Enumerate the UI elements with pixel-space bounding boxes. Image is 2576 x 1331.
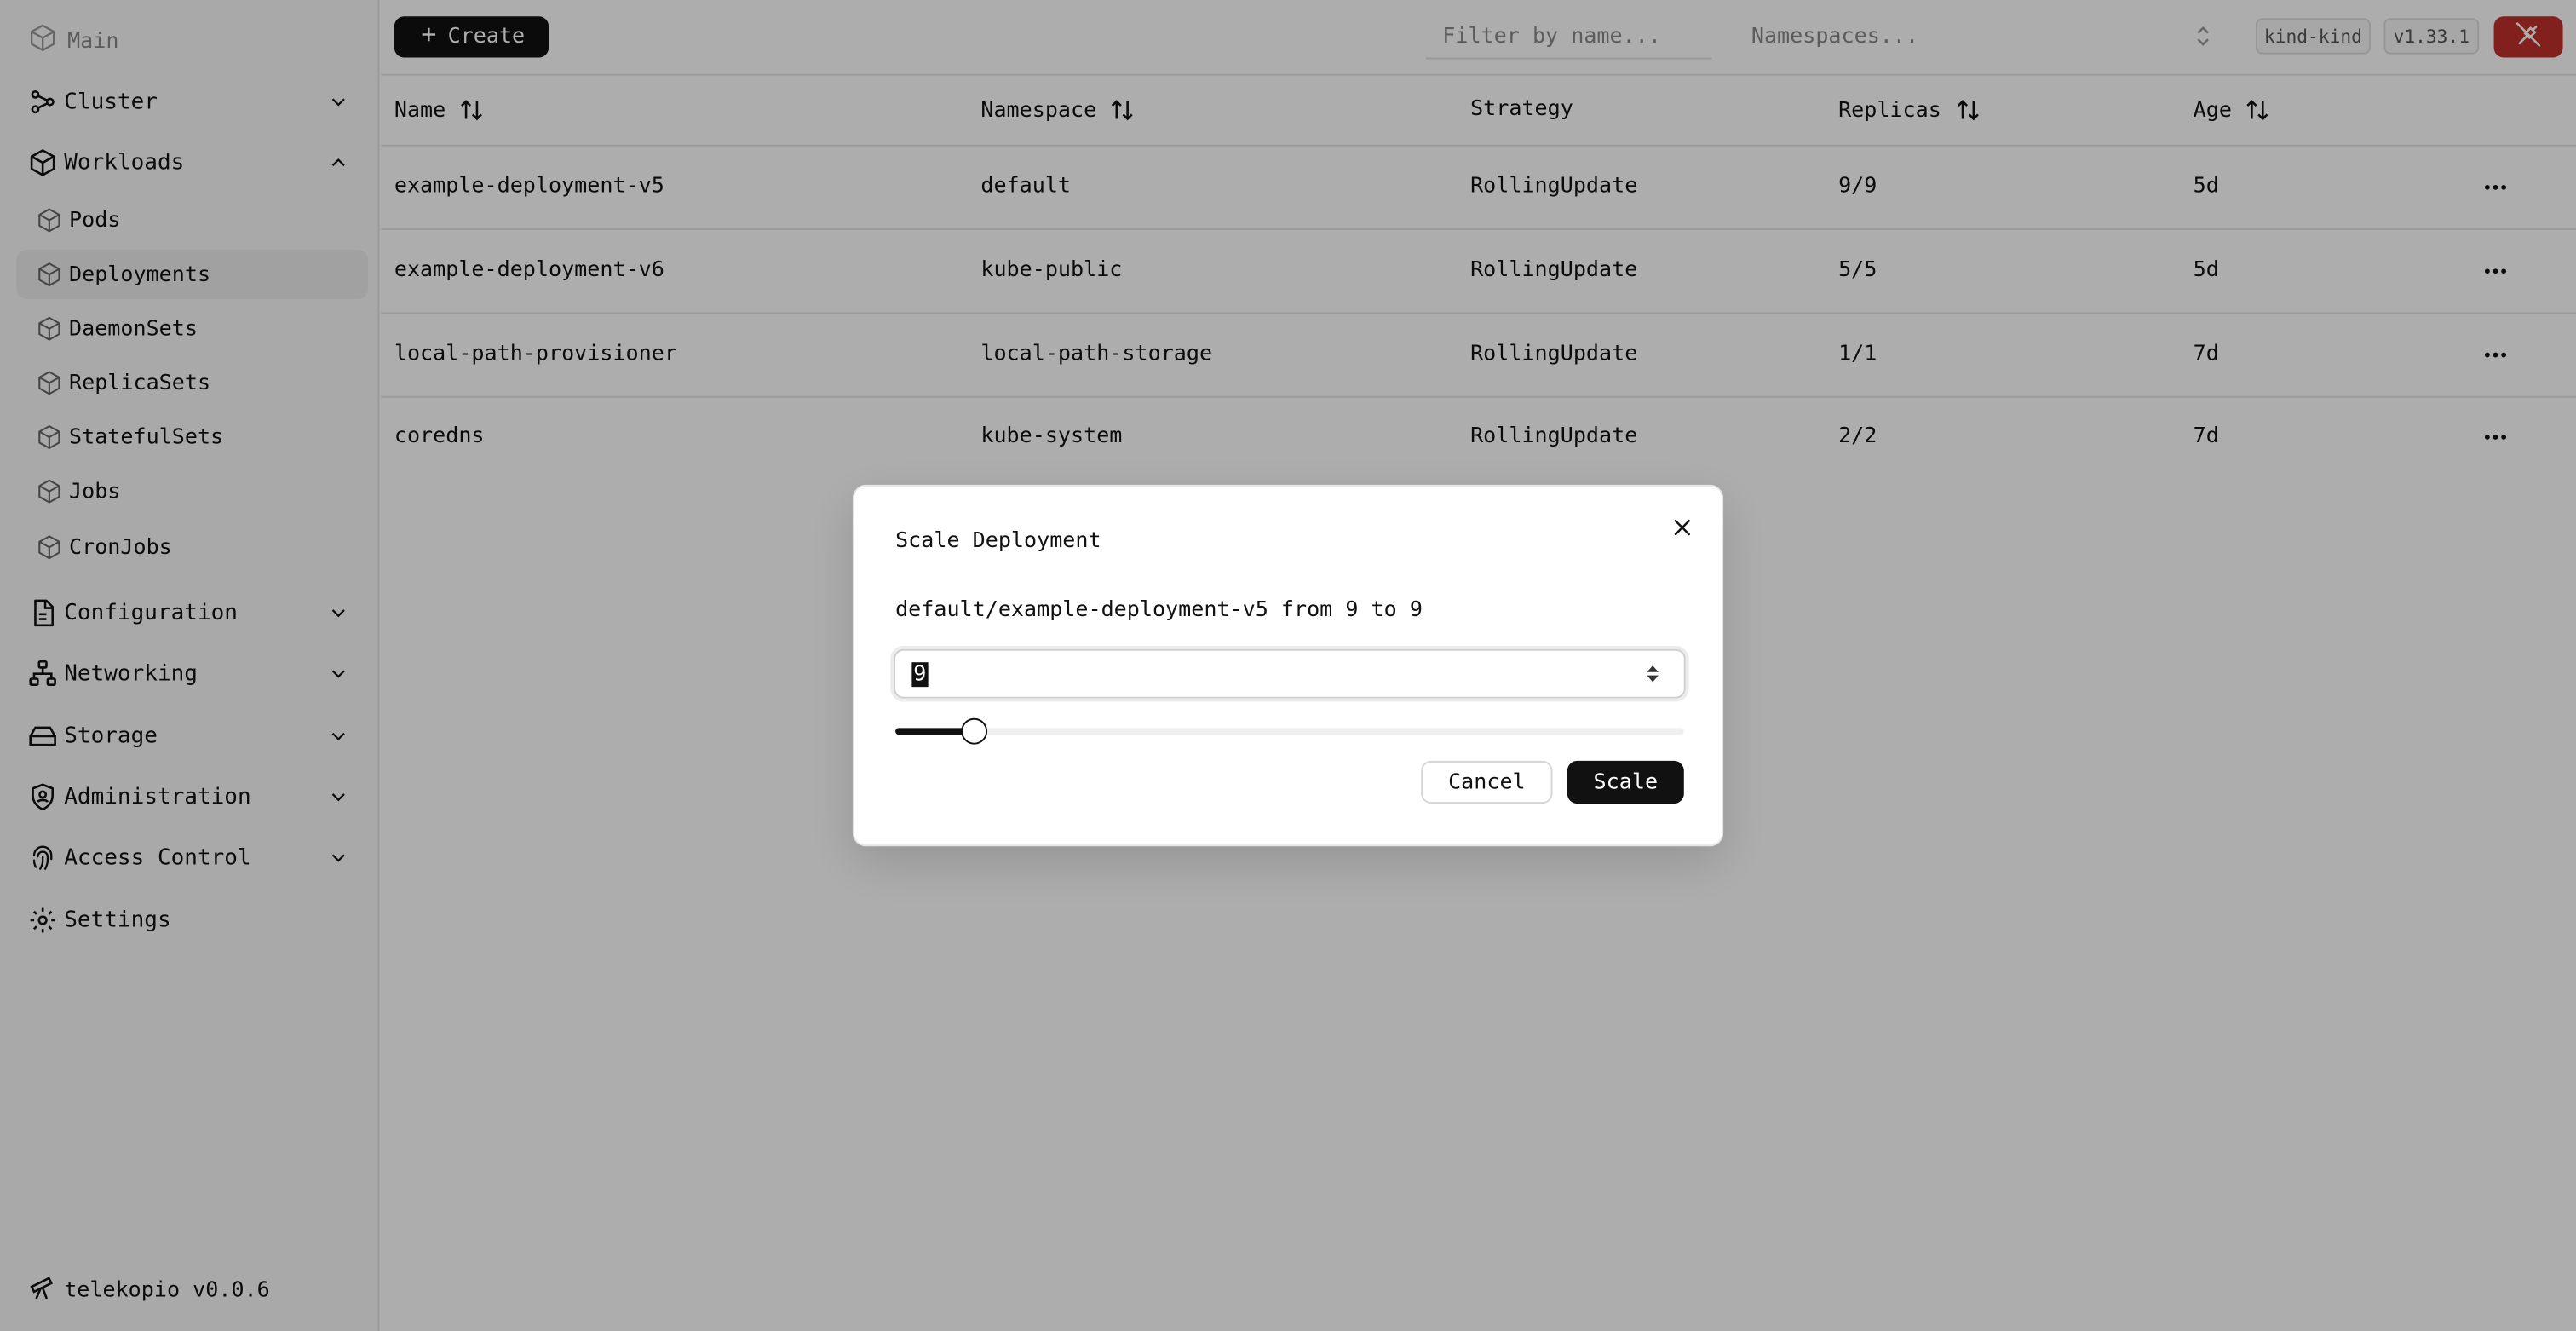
replicas-slider[interactable]: [895, 717, 1684, 745]
replicas-input[interactable]: 9: [894, 648, 1686, 699]
slider-thumb[interactable]: [961, 717, 988, 745]
replicas-input-value: 9: [911, 661, 929, 687]
scale-button[interactable]: Scale: [1567, 760, 1684, 804]
dialog-title: Scale Deployment: [895, 528, 1101, 554]
stepper-arrows-icon[interactable]: [1644, 662, 1660, 685]
dialog-description: default/example-deployment-v5 from 9 to …: [895, 597, 1423, 623]
slider-track: [895, 728, 1684, 735]
close-icon[interactable]: [1670, 516, 1693, 539]
cancel-button[interactable]: Cancel: [1421, 760, 1553, 804]
scale-dialog: Scale Deployment default/example-deploym…: [852, 484, 1724, 847]
